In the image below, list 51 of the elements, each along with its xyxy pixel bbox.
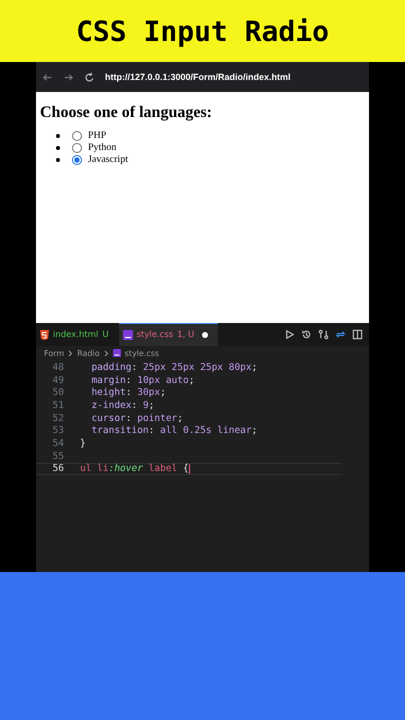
- page-heading: Choose one of languages:: [40, 104, 214, 122]
- text-cursor: [188, 464, 190, 474]
- radio-button[interactable]: [72, 130, 82, 140]
- code-line: z-index: 9;: [90, 400, 154, 411]
- radio-label[interactable]: Python: [88, 142, 116, 153]
- forward-icon[interactable]: [63, 72, 74, 82]
- code-line: padding: 25px 25px 25px 80px;: [90, 362, 258, 373]
- breadcrumb-item[interactable]: Radio: [77, 348, 100, 358]
- tab-filename: style.css: [136, 330, 174, 340]
- radio-button[interactable]: [72, 154, 82, 164]
- code-line: margin: 10px auto;: [90, 374, 194, 386]
- radio-label[interactable]: PHP: [88, 130, 106, 141]
- list-bullet: [56, 134, 60, 138]
- css-file-icon: [112, 349, 121, 357]
- reload-icon[interactable]: [84, 72, 95, 82]
- breadcrumb-item[interactable]: Form: [44, 348, 64, 358]
- breadcrumb-item[interactable]: style.css: [124, 348, 160, 358]
- radio-button[interactable]: [72, 142, 82, 152]
- address-field[interactable]: http://127.0.0.1:3000/Form/Radio/index.html: [105, 72, 291, 82]
- line-number: 55: [52, 450, 65, 462]
- code-line: transition: all 0.25s linear;: [90, 425, 258, 436]
- tab-status: 1, U: [177, 330, 194, 340]
- split-editor-icon[interactable]: [352, 329, 363, 340]
- html-file-icon: [40, 330, 49, 340]
- banner-title: CSS Input Radio: [76, 14, 329, 48]
- line-number: 52: [52, 412, 65, 424]
- line-number: 51: [52, 400, 65, 411]
- css-file-icon: [122, 330, 133, 340]
- chevron-icon: [68, 350, 74, 356]
- line-number: 49: [52, 374, 65, 386]
- list-bullet: [56, 146, 60, 150]
- line-number: 53: [52, 425, 65, 436]
- line-number: 48: [52, 362, 65, 373]
- code-line: ul li:hover label {: [80, 463, 189, 474]
- back-icon[interactable]: [42, 72, 53, 82]
- compare-icon[interactable]: [318, 329, 329, 340]
- history-icon[interactable]: [301, 329, 312, 340]
- tab-filename: index.html: [53, 330, 98, 340]
- code-line: cursor: pointer;: [90, 412, 183, 424]
- chevron-icon: [104, 350, 109, 356]
- code-line: height: 30px;: [90, 387, 166, 398]
- line-number: 56: [52, 463, 65, 474]
- line-number: 50: [52, 387, 65, 398]
- line-number: 54: [52, 438, 65, 449]
- editor-tab[interactable]: style.css 1, U: [118, 323, 218, 346]
- radio-label[interactable]: Javascript: [88, 154, 128, 165]
- list-bullet: [56, 158, 60, 162]
- tab-status: U: [102, 330, 109, 340]
- play-icon[interactable]: [284, 329, 295, 340]
- code-line: }: [80, 438, 86, 449]
- sync-icon[interactable]: [335, 329, 346, 340]
